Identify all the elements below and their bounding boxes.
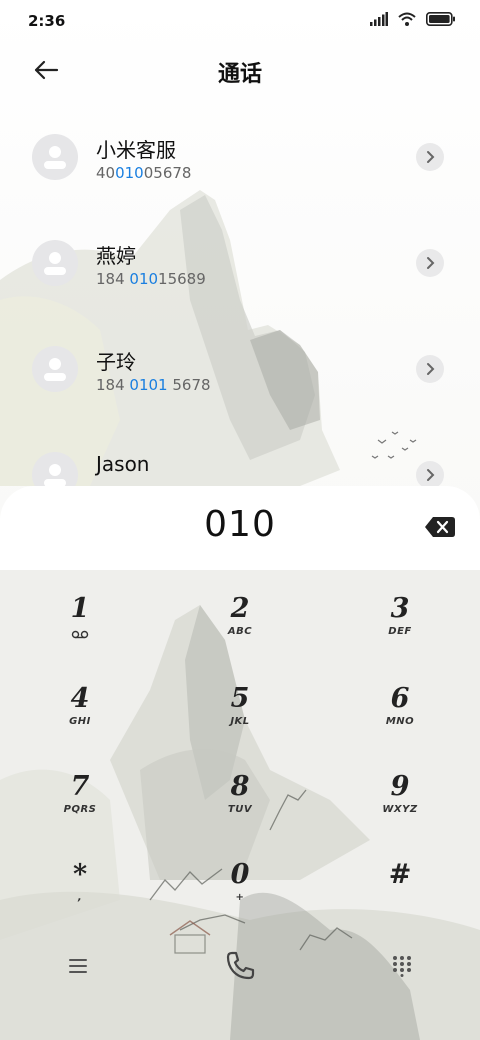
key-digit: 0 xyxy=(230,859,250,890)
key-digit: * xyxy=(72,859,88,890)
chevron-right-icon xyxy=(427,363,435,375)
keypad-toggle-button[interactable] xyxy=(374,938,430,994)
key-letters: , xyxy=(77,892,83,903)
contact-number: 184 01015689 xyxy=(96,270,206,288)
key-letters: DEF xyxy=(388,626,412,637)
wifi-icon xyxy=(398,12,416,26)
key-digit: 4 xyxy=(70,683,90,714)
menu-icon xyxy=(69,959,87,973)
key-digit: 3 xyxy=(390,593,410,624)
key-digit: 1 xyxy=(70,593,90,624)
key-2[interactable]: 2 ABC xyxy=(180,594,300,674)
contact-name: 子玲 xyxy=(96,350,136,374)
avatar xyxy=(32,134,78,180)
contact-list: 小米客服 4001005678 燕婷 184 01015689 子玲 184 0… xyxy=(0,122,480,546)
dialpad-icon xyxy=(393,956,411,977)
person-icon xyxy=(44,252,66,275)
dial-display-bar: 010 xyxy=(0,486,480,570)
dialer-panel: 010 1 2 ABC 3 DEF 4 GHI 5 JKL 6 MNO 7 PQ… xyxy=(0,486,480,1040)
contact-item[interactable]: 小米客服 4001005678 xyxy=(0,122,480,228)
key-digit: # xyxy=(388,859,412,890)
contact-detail-button[interactable] xyxy=(416,461,444,489)
key-9[interactable]: 9 WXYZ xyxy=(340,772,460,852)
key-digit: 5 xyxy=(230,683,250,714)
key-digit: 6 xyxy=(390,683,410,714)
phone-icon xyxy=(226,951,255,980)
key-letters: WXYZ xyxy=(382,804,418,815)
key-7[interactable]: 7 PQRS xyxy=(20,772,140,852)
key-0[interactable]: 0 + xyxy=(180,860,300,940)
person-icon xyxy=(44,358,66,381)
chevron-right-icon xyxy=(427,151,435,163)
key-letters: MNO xyxy=(385,716,415,727)
contact-number: 4001005678 xyxy=(96,164,192,182)
key-3[interactable]: 3 DEF xyxy=(340,594,460,674)
dialed-number: 010 xyxy=(204,504,276,545)
contact-detail-button[interactable] xyxy=(416,355,444,383)
signal-icon xyxy=(370,12,388,26)
call-button[interactable] xyxy=(212,938,268,994)
status-time: 2:36 xyxy=(28,12,66,30)
key-letters: ABC xyxy=(227,626,253,637)
page-title: 通话 xyxy=(217,62,262,87)
key-6[interactable]: 6 MNO xyxy=(340,684,460,764)
chevron-right-icon xyxy=(427,257,435,269)
contact-detail-button[interactable] xyxy=(416,143,444,171)
key-8[interactable]: 8 TUV xyxy=(180,772,300,852)
key-digit: 9 xyxy=(390,771,410,802)
person-icon xyxy=(44,146,66,169)
status-icons xyxy=(370,12,456,26)
contact-item[interactable]: 燕婷 184 01015689 xyxy=(0,228,480,334)
key-letters: JKL xyxy=(230,716,250,727)
key-5[interactable]: 5 JKL xyxy=(180,684,300,764)
key-digit: 2 xyxy=(230,593,250,624)
avatar xyxy=(32,240,78,286)
contact-item[interactable]: 子玲 184 0101 5678 xyxy=(0,334,480,440)
contact-name: Jason xyxy=(96,452,150,476)
backspace-icon xyxy=(425,517,455,537)
status-bar: 2:36 xyxy=(0,0,480,42)
key-digit: 8 xyxy=(230,771,250,802)
contact-detail-button[interactable] xyxy=(416,249,444,277)
key-1[interactable]: 1 xyxy=(20,594,140,674)
battery-icon xyxy=(426,12,455,26)
key-4[interactable]: 4 GHI xyxy=(20,684,140,764)
contact-number: 184 0101 5678 xyxy=(96,376,211,394)
key-hash[interactable]: # xyxy=(340,860,460,940)
key-letters: + xyxy=(235,892,245,903)
key-digit: 7 xyxy=(70,771,90,802)
voicemail-icon xyxy=(71,630,89,639)
menu-button[interactable] xyxy=(50,938,106,994)
dialer-bottom-bar xyxy=(0,938,480,1008)
delete-button[interactable] xyxy=(424,516,456,538)
key-letters: GHI xyxy=(69,716,91,727)
contact-name: 小米客服 xyxy=(96,138,176,162)
avatar xyxy=(32,346,78,392)
key-letters: TUV xyxy=(227,804,253,815)
chevron-right-icon xyxy=(427,469,435,481)
key-star[interactable]: * , xyxy=(20,860,140,940)
key-letters: PQRS xyxy=(63,804,97,815)
header: 通话 xyxy=(0,48,480,92)
contact-name: 燕婷 xyxy=(96,244,136,268)
